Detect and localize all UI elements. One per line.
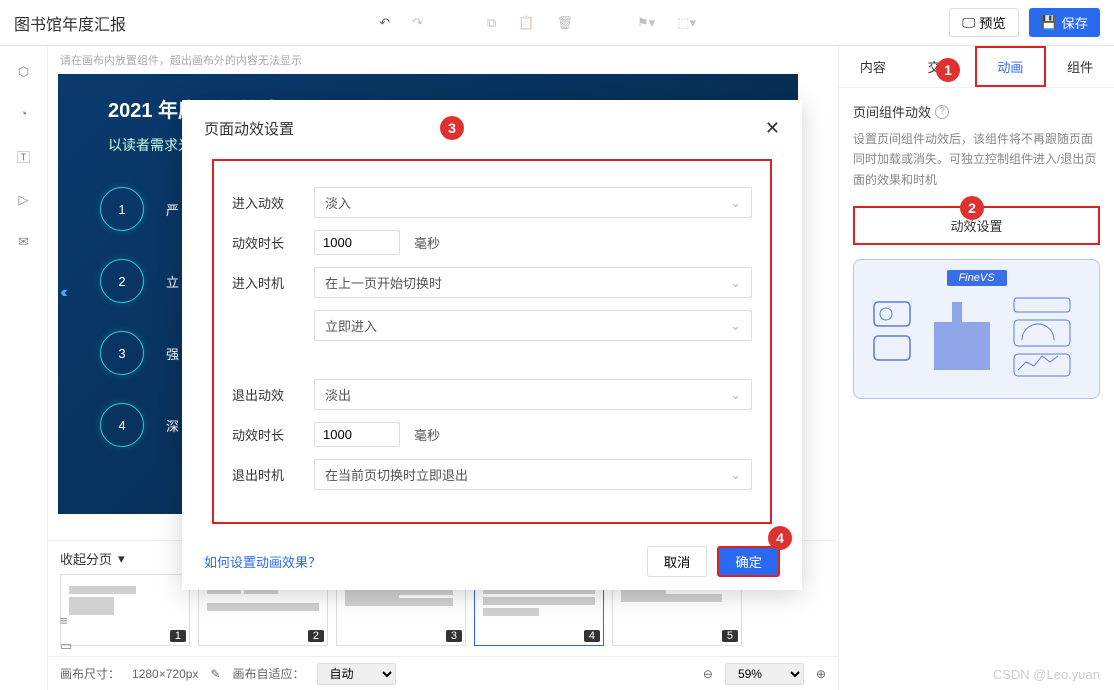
text-icon[interactable]: 🅃 [17,147,30,166]
save-button[interactable]: 💾 保存 [1029,8,1100,37]
exit-effect-select[interactable]: 淡出⌄ [314,379,752,410]
chevron-down-icon: ⌄ [730,467,741,483]
tab-animation[interactable]: 动画 [975,46,1047,87]
left-toolbar: ⬡ ◔ 🅃 ▷ ✉ [0,46,48,690]
help-link[interactable]: 如何设置动画效果？ [204,552,321,571]
edit-size-icon[interactable]: ✎ [210,667,220,681]
delete-icon[interactable]: 🗑 [557,15,574,31]
copy-icon[interactable]: ⧉ [487,15,496,31]
annotation-badge-1: 1 [936,58,960,82]
chevron-down-icon: ⌄ [730,275,741,291]
enter-timing-label: 进入时机 [232,273,300,292]
exit-timing-select[interactable]: 在当前页切换时立即退出⌄ [314,459,752,490]
save-label: 保存 [1061,13,1088,32]
right-panel: 内容 交互 动画 组件 页间组件动效 ? 设置页间组件动效后，该组件将不再跟随页… [838,46,1114,690]
chevron-down-icon: ⌄ [730,387,741,403]
exit-effect-label: 退出动效 [232,385,300,404]
enter-duration-input[interactable] [314,230,400,255]
flag-icon[interactable]: ⚑▾ [637,15,655,31]
fit-select[interactable]: 自动 [317,663,396,685]
redo-icon[interactable]: ↷ [412,15,423,31]
arrow-left-icon[interactable]: ‹‹‹ [60,284,64,302]
bullet-2: 2 [100,259,144,303]
statusbar: 画布尺寸： 1280×720px ✎ 画布自适应： 自动 ⊖ 59% ⊕ [48,656,838,690]
bullet-4: 4 [100,403,144,447]
canvas-size-label: 画布尺寸： [60,665,120,682]
layers-icon[interactable]: ⬚▾ [677,15,696,31]
screen-icon[interactable]: ▭ [60,638,72,654]
modal-title: 页面动效设置 [204,118,294,139]
toolbar-center: ↶ ↷ ⧉ 📋 🗑 ⚑▾ ⬚▾ [126,15,949,31]
unit-ms: 毫秒 [414,233,440,252]
exit-duration-input[interactable] [314,422,400,447]
exit-timing-label: 退出时机 [232,465,300,484]
form-box: 进入动效 淡入⌄ 动效时长 毫秒 进入时机 在上一页开始切换时⌄ 立即进入⌄ 退… [212,159,772,524]
help-icon[interactable]: ? [935,105,949,119]
chart-icon[interactable]: ◔ [20,106,28,121]
enter-timing-select-2[interactable]: 立即进入⌄ [314,310,752,341]
monitor-icon: 🖵 [962,15,975,31]
annotation-badge-2: 2 [960,196,984,220]
undo-icon[interactable]: ↶ [379,15,390,31]
illus-brand: FineVS [947,270,1007,286]
enter-duration-label: 动效时长 [232,233,300,252]
bullet-1: 1 [100,187,144,231]
ok-button[interactable]: 确定 [717,546,780,577]
save-icon: 💾 [1041,15,1058,31]
bullet-3: 3 [100,331,144,375]
thumb-1[interactable]: 1 [60,574,190,646]
collapse-pages[interactable]: 收起分页 [60,549,112,568]
cancel-button[interactable]: 取消 [647,546,708,577]
enter-timing-select-1[interactable]: 在上一页开始切换时⌄ [314,267,752,298]
topbar: 图书馆年度汇报 ↶ ↷ ⧉ 📋 🗑 ⚑▾ ⬚▾ 🖵 预览 💾 保存 [0,0,1114,46]
illustration: FineVS [853,259,1100,399]
canvas-size-value: 1280×720px [132,667,198,681]
enter-effect-label: 进入动效 [232,193,300,212]
annotation-badge-3: 3 [440,116,464,140]
stack-icon[interactable]: ≡ [60,613,72,628]
animation-settings-modal: 页面动效设置 ✕ 进入动效 淡入⌄ 动效时长 毫秒 进入时机 在上一页开始切换时… [182,100,802,590]
preview-button[interactable]: 🖵 预览 [949,8,1019,37]
paste-icon[interactable]: 📋 [518,15,534,31]
section-desc: 设置页间组件动效后，该组件将不再跟随页面同时加载或消失。可独立控制组件进入/退出… [853,129,1100,190]
watermark: CSDN @Leo.yuan [993,667,1100,682]
canvas-hint: 请在画布内放置组件，超出画布外的内容无法显示 [48,46,838,74]
mail-icon[interactable]: ✉ [18,234,29,250]
annotation-badge-4: 4 [768,526,792,550]
media-icon[interactable]: ▷ [19,192,29,208]
enter-effect-select[interactable]: 淡入⌄ [314,187,752,218]
right-tabs: 内容 交互 动画 组件 [839,46,1114,88]
close-icon[interactable]: ✕ [765,118,780,139]
canvas-fit-label: 画布自适应： [232,665,304,682]
chevron-down-icon: ⌄ [730,318,741,334]
tab-content[interactable]: 内容 [839,46,907,87]
chevron-down-icon: ⌄ [730,195,741,211]
unit-ms2: 毫秒 [414,425,440,444]
zoom-select[interactable]: 59% [725,663,804,685]
tab-component[interactable]: 组件 [1046,46,1114,87]
section-title: 页间组件动效 ? [853,102,1100,121]
cube-icon[interactable]: ⬡ [18,64,29,80]
chevron-down-icon[interactable]: ▾ [118,551,125,567]
page-title: 图书馆年度汇报 [14,11,126,35]
exit-duration-label: 动效时长 [232,425,300,444]
zoom-out-icon[interactable]: ⊖ [703,667,713,681]
zoom-in-icon[interactable]: ⊕ [816,667,826,681]
preview-label: 预览 [979,13,1006,32]
